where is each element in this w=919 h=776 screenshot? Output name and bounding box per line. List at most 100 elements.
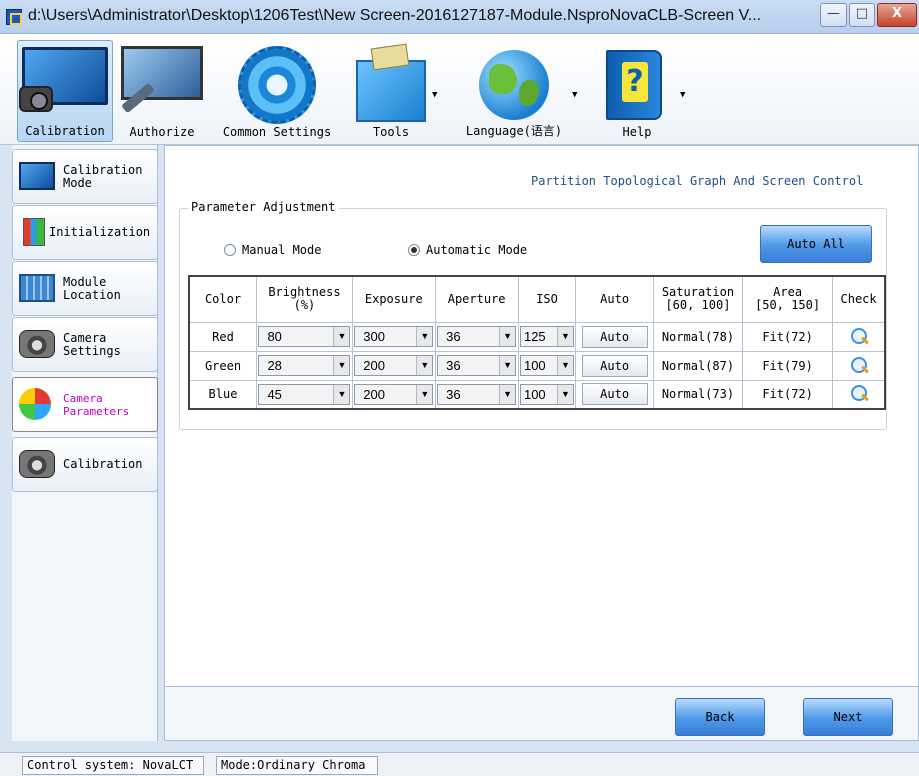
sidebar-item-label: Calibration bbox=[63, 457, 143, 471]
chevron-down-icon[interactable]: ▼ bbox=[333, 327, 350, 346]
column-header-exposure: Exposure bbox=[351, 275, 436, 323]
aperture-select[interactable]: 36 ▼ bbox=[437, 326, 517, 347]
chevron-down-icon[interactable]: ▼ bbox=[416, 384, 433, 404]
chevron-down-icon[interactable]: ▼ bbox=[416, 327, 433, 346]
table-row-blue: Blue 45 ▼ 200 ▼ 36 ▼ 100 ▼ Auto Normal(73) F… bbox=[188, 379, 886, 410]
cell-check bbox=[832, 321, 886, 352]
ribbon-calibration-button[interactable]: Calibration bbox=[17, 40, 113, 142]
iso-select[interactable]: 125 ▼ bbox=[519, 326, 574, 347]
sidebar-item-camera-parameters[interactable]: Camera Parameters bbox=[12, 377, 158, 432]
monitor-icon bbox=[19, 162, 55, 190]
iso-select[interactable]: 100 ▼ bbox=[519, 383, 574, 405]
next-button[interactable]: Next bbox=[803, 698, 893, 736]
cell-brightness: 45 ▼ bbox=[256, 379, 353, 410]
header-range: [50, 150] bbox=[755, 298, 821, 313]
auto-button[interactable]: Auto bbox=[581, 383, 648, 406]
brightness-select[interactable]: 28 ▼ bbox=[258, 355, 351, 376]
aperture-select[interactable]: 36 ▼ bbox=[437, 383, 517, 405]
camera-icon bbox=[19, 330, 55, 358]
chevron-down-icon[interactable]: ▼ bbox=[572, 90, 577, 100]
magnifier-check-icon[interactable] bbox=[849, 384, 869, 404]
select-value: 36 bbox=[446, 386, 461, 402]
minimize-button[interactable]: — bbox=[820, 3, 847, 27]
cell-iso: 125 ▼ bbox=[517, 321, 577, 352]
chevron-down-icon[interactable]: ▼ bbox=[333, 384, 350, 404]
ribbon-label: Common Settings bbox=[222, 125, 332, 139]
aperture-select[interactable]: 36 ▼ bbox=[437, 355, 517, 376]
auto-button[interactable]: Auto bbox=[581, 354, 648, 377]
header-unit: (%) bbox=[293, 298, 316, 313]
cell-area: Fit(72) bbox=[742, 321, 834, 352]
column-header-auto: Auto bbox=[575, 275, 654, 323]
sidebar-item-label: Calibration Mode bbox=[63, 163, 143, 190]
exposure-select[interactable]: 300 ▼ bbox=[354, 326, 434, 347]
chevron-down-icon[interactable]: ▼ bbox=[432, 90, 437, 100]
sidebar-item-initialization[interactable]: Initialization bbox=[12, 205, 158, 260]
ribbon-label: Language(语言) bbox=[465, 124, 563, 138]
chevron-down-icon[interactable]: ▼ bbox=[333, 356, 350, 375]
cell-aperture: 36 ▼ bbox=[434, 350, 519, 381]
sidebar-item-label: Module Location bbox=[63, 275, 121, 302]
column-header-check: Check bbox=[832, 275, 886, 323]
title-bar: d:\Users\Administrator\Desktop\1206Test\… bbox=[0, 0, 919, 34]
chevron-down-icon[interactable]: ▼ bbox=[556, 356, 573, 375]
column-header-area: Area [50, 150] bbox=[742, 275, 834, 323]
chevron-down-icon[interactable]: ▼ bbox=[556, 327, 573, 346]
chevron-down-icon[interactable]: ▼ bbox=[499, 327, 516, 346]
column-header-iso: ISO bbox=[517, 275, 577, 323]
gear-icon bbox=[238, 46, 316, 124]
cell-color: Blue bbox=[188, 379, 258, 410]
monitor-wrench-icon bbox=[120, 46, 203, 114]
ribbon-tools-button[interactable]: Tools ▼ bbox=[346, 40, 437, 142]
exposure-select[interactable]: 200 ▼ bbox=[354, 355, 434, 376]
status-bar: Control system: NovaLCT Mode:Ordinary Ch… bbox=[0, 752, 919, 776]
module-grid-icon bbox=[19, 274, 55, 302]
close-button[interactable]: X bbox=[877, 3, 917, 27]
sidebar-item-calibration[interactable]: Calibration bbox=[12, 437, 158, 492]
topology-graph-link[interactable]: Partition Topological Graph And Screen C… bbox=[531, 174, 863, 188]
cell-auto: Auto bbox=[575, 350, 654, 381]
magnifier-check-icon[interactable] bbox=[849, 327, 869, 347]
chevron-down-icon[interactable]: ▼ bbox=[499, 384, 516, 404]
radio-off-icon bbox=[224, 244, 236, 256]
back-button[interactable]: Back bbox=[675, 698, 765, 736]
ribbon-common-settings-button[interactable]: Common Settings bbox=[212, 40, 342, 142]
magnifier-check-icon[interactable] bbox=[849, 356, 869, 376]
cell-iso: 100 ▼ bbox=[517, 350, 577, 381]
header-range: [60, 100] bbox=[665, 298, 731, 313]
ribbon-authorize-button[interactable]: Authorize bbox=[116, 40, 208, 142]
ribbon-label: Help bbox=[622, 125, 652, 139]
auto-button[interactable]: Auto bbox=[581, 325, 648, 348]
camera-color-icon bbox=[19, 388, 51, 420]
sidebar-item-module-location[interactable]: Module Location bbox=[12, 261, 158, 316]
maximize-button[interactable]: □ bbox=[849, 3, 875, 27]
select-value: 36 bbox=[446, 329, 461, 344]
sidebar-item-camera-settings[interactable]: Camera Settings bbox=[12, 317, 158, 372]
automatic-mode-radio[interactable]: Automatic Mode bbox=[408, 243, 527, 257]
chevron-down-icon[interactable]: ▼ bbox=[556, 384, 573, 404]
exposure-select[interactable]: 200 ▼ bbox=[354, 383, 434, 405]
cell-saturation: Normal(87) bbox=[652, 350, 744, 381]
chevron-down-icon[interactable]: ▼ bbox=[680, 90, 685, 100]
sidebar-item-calibration-mode[interactable]: Calibration Mode bbox=[12, 149, 158, 204]
brightness-select[interactable]: 45 ▼ bbox=[258, 383, 351, 405]
question-mark-glyph: ? bbox=[622, 62, 648, 102]
auto-all-button[interactable]: Auto All bbox=[760, 225, 872, 263]
ribbon-label: Tools bbox=[372, 125, 410, 139]
cell-check bbox=[832, 379, 886, 410]
brightness-select[interactable]: 80 ▼ bbox=[258, 326, 351, 347]
cell-exposure: 300 ▼ bbox=[351, 321, 436, 352]
ribbon-language-button[interactable]: Language(语言) ▼ bbox=[452, 40, 577, 142]
cell-saturation: Normal(78) bbox=[652, 321, 744, 352]
ribbon-help-button[interactable]: ? Help ▼ bbox=[592, 40, 685, 142]
chevron-down-icon[interactable]: ▼ bbox=[416, 356, 433, 375]
main-panel: Partition Topological Graph And Screen C… bbox=[164, 145, 919, 741]
column-header-color: Color bbox=[188, 275, 258, 323]
cell-area: Fit(79) bbox=[742, 350, 834, 381]
group-title: Parameter Adjustment bbox=[188, 200, 339, 214]
chevron-down-icon[interactable]: ▼ bbox=[499, 356, 516, 375]
manual-mode-radio[interactable]: Manual Mode bbox=[224, 243, 321, 257]
select-value: 200 bbox=[363, 358, 385, 373]
window-title: d:\Users\Administrator\Desktop\1206Test\… bbox=[28, 7, 762, 24]
iso-select[interactable]: 100 ▼ bbox=[519, 355, 574, 376]
